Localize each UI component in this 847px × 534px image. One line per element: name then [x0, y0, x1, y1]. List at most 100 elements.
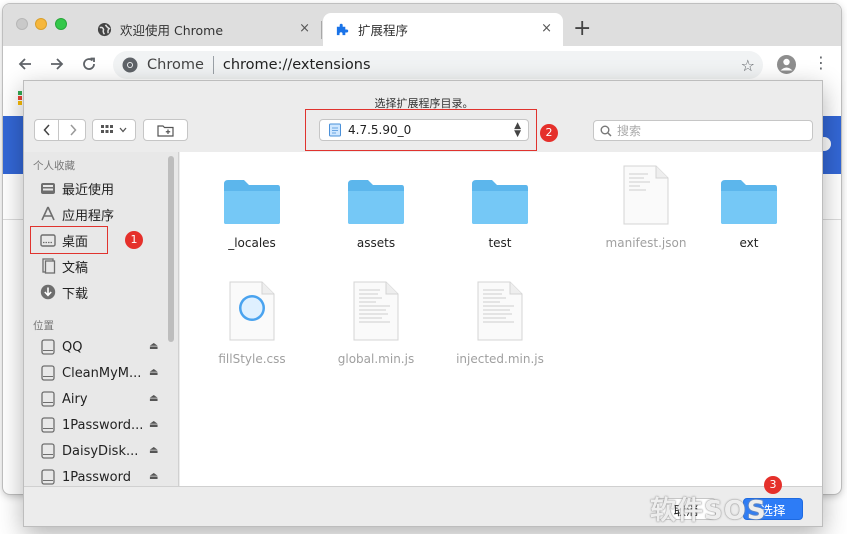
- js-file-icon: [321, 278, 431, 342]
- drive-icon: [40, 469, 56, 485]
- search-input[interactable]: 搜索: [593, 120, 813, 141]
- folder-icon: [694, 162, 804, 226]
- file-item-document: fillStyle.css: [197, 278, 307, 366]
- eject-icon[interactable]: ⏏: [149, 341, 158, 352]
- annotation-box-desktop: [30, 226, 108, 254]
- dialog-forward-button[interactable]: [61, 120, 85, 140]
- new-folder-icon: [156, 124, 174, 137]
- forward-arrow-icon[interactable]: [47, 54, 67, 74]
- file-item-document: global.min.js: [321, 278, 431, 366]
- eject-icon[interactable]: ⏏: [149, 393, 158, 404]
- annotation-badge-1: 1: [125, 231, 143, 249]
- sidebar-item-documents[interactable]: 文稿: [40, 256, 160, 276]
- sidebar-item-applications[interactable]: 应用程序: [40, 204, 160, 224]
- sidebar-item-volume[interactable]: CleanMyM...: [40, 363, 160, 383]
- sidebar-scrollbar[interactable]: [168, 156, 174, 342]
- downloads-icon: [40, 284, 56, 300]
- eject-icon[interactable]: ⏏: [149, 419, 158, 430]
- sidebar-item-volume[interactable]: 1Password...: [40, 415, 160, 435]
- tab-welcome[interactable]: 欢迎使用 Chrome ×: [85, 13, 322, 46]
- reload-icon[interactable]: [79, 54, 99, 74]
- search-icon: [600, 125, 612, 137]
- close-window-button[interactable]: [16, 18, 28, 30]
- tab-welcome-close-icon[interactable]: ×: [299, 22, 310, 36]
- applications-icon: [40, 206, 56, 222]
- folder-icon: [197, 162, 307, 226]
- tab-extensions-label: 扩展程序: [358, 23, 409, 38]
- sidebar-item-label: 文稿: [62, 260, 89, 276]
- file-name: injected.min.js: [456, 352, 544, 366]
- file-item-folder[interactable]: _locales: [197, 162, 307, 250]
- drive-icon: [40, 443, 56, 459]
- file-name: manifest.json: [605, 236, 687, 250]
- view-options-button[interactable]: [92, 119, 136, 141]
- dialog-sidebar: 个人收藏 最近使用 应用程序 桌面 文稿 下载 位置 QQ ⏏ CleanMyM…: [24, 152, 179, 486]
- sidebar-item-downloads[interactable]: 下载: [40, 282, 160, 302]
- dialog-back-button[interactable]: [35, 120, 59, 140]
- minimize-window-button[interactable]: [35, 18, 47, 30]
- sidebar-item-volume[interactable]: 1Password: [40, 467, 160, 487]
- tab-extensions-close-icon[interactable]: ×: [541, 22, 552, 36]
- omnibox-url[interactable]: chrome://extensions: [223, 57, 371, 73]
- js-file-icon: [445, 278, 555, 342]
- sidebar-item-label: QQ: [62, 339, 83, 355]
- sidebar-item-label: 应用程序: [62, 208, 115, 224]
- sidebar-item-label: Airy: [62, 391, 88, 407]
- sidebar-item-label: 1Password...: [62, 417, 144, 433]
- puzzle-extension-icon: [334, 22, 350, 38]
- folder-icon: [321, 162, 431, 226]
- drive-icon: [40, 417, 56, 433]
- eject-icon[interactable]: ⏏: [149, 367, 158, 378]
- file-item-folder[interactable]: ext: [694, 162, 804, 250]
- file-item-folder[interactable]: assets: [321, 162, 431, 250]
- file-item-document: injected.min.js: [445, 278, 555, 366]
- new-tab-button[interactable]: +: [573, 18, 591, 40]
- sidebar-item-label: DaisyDisk...: [62, 443, 139, 459]
- json-file-icon: [591, 162, 701, 226]
- browser-toolbar: Chrome chrome://extensions ☆ ⋮: [3, 46, 841, 82]
- icon-grid-view-icon: [101, 125, 113, 133]
- annotation-badge-2: 2: [540, 124, 558, 142]
- eject-icon[interactable]: ⏏: [149, 445, 158, 456]
- file-name: global.min.js: [337, 352, 415, 366]
- sidebar-item-label: 最近使用: [62, 182, 115, 198]
- search-placeholder: 搜索: [617, 124, 642, 138]
- favorites-header: 个人收藏: [33, 160, 75, 172]
- address-bar[interactable]: Chrome chrome://extensions ☆: [113, 51, 763, 79]
- sidebar-item-volume[interactable]: DaisyDisk...: [40, 441, 160, 461]
- back-arrow-icon[interactable]: [15, 54, 35, 74]
- new-folder-button[interactable]: [143, 119, 188, 141]
- sidebar-item-volume[interactable]: QQ: [40, 337, 160, 357]
- zoom-window-button[interactable]: [55, 18, 67, 30]
- bookmark-star-icon[interactable]: ☆: [741, 56, 755, 75]
- file-item-folder[interactable]: test: [445, 162, 555, 250]
- chrome-globe-icon: [96, 22, 112, 38]
- drive-icon: [40, 365, 56, 381]
- tab-extensions[interactable]: 扩展程序 ×: [323, 13, 563, 46]
- screen: 欢迎使用 Chrome × 扩展程序 × + Chrome chrome://e…: [0, 0, 847, 534]
- file-browser: _locales assets test manifest.json ext f…: [180, 152, 822, 486]
- sidebar-item-label: CleanMyM...: [62, 365, 142, 381]
- file-name: _locales: [228, 236, 276, 250]
- omnibox-site-label: Chrome: [147, 57, 204, 73]
- folder-icon: [445, 162, 555, 226]
- select-folder-dialog: 选择扩展程序目录。 4.7.5.90_0 ▲ ▼ 搜索 个人收藏 最近使用 应用…: [23, 80, 823, 527]
- sidebar-item-label: 下载: [62, 286, 89, 302]
- chevron-down-icon: [119, 127, 127, 133]
- sidebar-item-recents[interactable]: 最近使用: [40, 178, 160, 198]
- page-favicon-strip: [18, 90, 22, 105]
- chrome-menu-icon[interactable]: ⋮: [813, 55, 829, 71]
- css-file-icon: [197, 278, 307, 342]
- profile-avatar-icon[interactable]: [777, 55, 796, 74]
- file-name: fillStyle.css: [218, 352, 286, 366]
- file-name: assets: [356, 236, 396, 250]
- recents-icon: [40, 180, 56, 196]
- tab-divider: [321, 21, 322, 39]
- omnibox-separator: [212, 56, 214, 74]
- eject-icon[interactable]: ⏏: [149, 471, 158, 482]
- drive-icon: [40, 391, 56, 407]
- sidebar-item-label: 1Password: [62, 469, 131, 485]
- sidebar-item-volume[interactable]: Airy: [40, 389, 160, 409]
- file-name: ext: [739, 236, 759, 250]
- drive-icon: [40, 339, 56, 355]
